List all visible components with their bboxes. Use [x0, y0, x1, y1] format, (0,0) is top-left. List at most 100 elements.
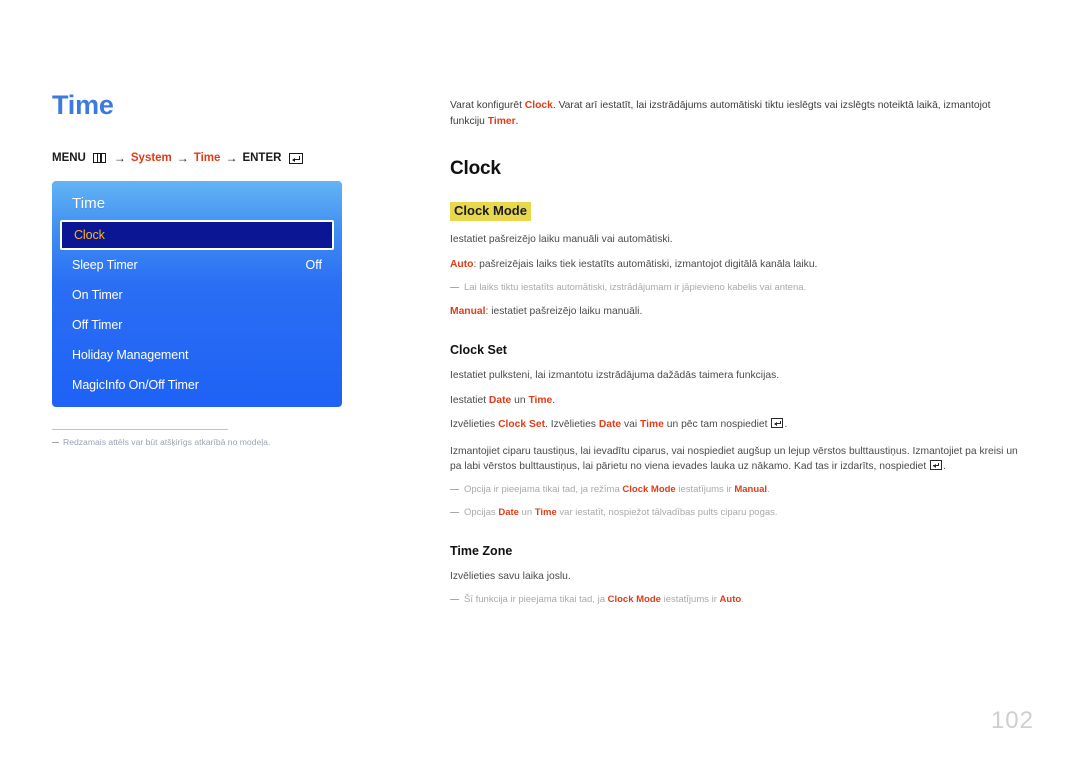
enter-key-icon — [289, 152, 304, 164]
section-heading-clock: Clock — [450, 157, 501, 179]
clock-set-line3-end: un pēc tam nospiediet — [663, 419, 771, 431]
note-dash-icon — [450, 599, 459, 607]
footnote-dash-icon — [52, 442, 59, 448]
keyword-time-3: Time — [534, 507, 557, 519]
time-zone-note: Šī funkcija ir pieejama tikai tad, ja Cl… — [450, 593, 1028, 607]
osd-item-holiday-management[interactable]: Holiday Management — [52, 340, 342, 370]
tz-note-pre: Šī funkcija ir pieejama tikai tad, ja — [464, 594, 608, 606]
note1-pre: Opcija ir pieejama tikai tad, ja režīma — [464, 484, 623, 496]
keyword-date: Date — [488, 394, 512, 406]
keyword-clock-mode: Clock Mode — [622, 484, 676, 496]
osd-item-value: Off — [305, 258, 322, 272]
keyword-auto: Auto — [450, 258, 474, 270]
intro-paragraph: Varat konfigurēt Clock. Varat arī iestat… — [450, 98, 1028, 130]
osd-item-label: Clock — [74, 228, 105, 242]
note-text: Lai laiks tiktu iestatīts automātiski, i… — [464, 282, 807, 294]
keyword-time-2: Time — [640, 419, 664, 431]
clock-mode-auto-text: : pašreizējais laiks tiek iestatīts auto… — [473, 258, 818, 270]
clock-mode-note-1: Lai laiks tiktu iestatīts automātiski, i… — [450, 281, 1028, 295]
intro-keyword-timer: Timer — [487, 115, 516, 127]
note2-end: var iestatīt, nospiežot tālvadības pults… — [556, 507, 778, 519]
menu-bars-icon — [92, 153, 106, 163]
note1-mid: iestatījums ir — [675, 484, 735, 496]
page-number: 102 — [990, 707, 1034, 734]
osd-item-sleep-timer[interactable]: Sleep Timer Off — [52, 250, 342, 280]
keyword-time: Time — [528, 394, 553, 406]
subsection-heading-time-zone: Time Zone — [450, 544, 513, 558]
left-column: Time MENU → System → Time → ENTER Time C… — [52, 92, 412, 448]
note-dash-icon — [450, 287, 459, 295]
osd-menu-list: Clock Sleep Timer Off On Timer Off Timer — [52, 220, 342, 400]
tz-note-end: . — [741, 594, 744, 606]
clock-set-line2-end: . — [552, 394, 556, 406]
clock-set-line3-mid2: vai — [621, 419, 641, 431]
osd-item-clock[interactable]: Clock — [60, 220, 334, 250]
footnote-text: Redzamais attēls var būt atšķirīgs atkar… — [63, 437, 271, 447]
keyword-manual-2: Manual — [734, 484, 768, 496]
clock-set-note-1: Opcija ir pieejama tikai tad, ja režīma … — [450, 483, 1028, 497]
breadcrumb-enter-label: ENTER — [242, 152, 282, 164]
clock-set-note-2: Opcijas Date un Time var iestatīt, nospi… — [450, 506, 1028, 520]
note2-pre: Opcijas — [464, 507, 499, 519]
breadcrumb-arrow-3: → — [225, 151, 238, 165]
note-dash-icon — [450, 489, 459, 497]
osd-item-label: MagicInfo On/Off Timer — [72, 378, 199, 392]
clock-set-line-2: Iestatiet Date un Time. — [450, 393, 1028, 408]
clock-set-long-paragraph: Izmantojiet ciparu taustiņus, lai ievadī… — [450, 444, 1028, 475]
clock-mode-description: Iestatiet pašreizējo laiku manuāli vai a… — [450, 234, 673, 246]
clock-set-line2-pre: Iestatiet — [450, 394, 489, 406]
osd-item-off-timer[interactable]: Off Timer — [52, 310, 342, 340]
osd-menu-title: Time — [72, 195, 106, 212]
clock-set-line-3: Izvēlieties Clock Set. Izvēlieties Date … — [450, 417, 1028, 432]
enter-key-icon — [771, 418, 784, 429]
note-text: Opcija ir pieejama tikai tad, ja režīma … — [464, 483, 770, 497]
clock-set-line3-mid1: . Izvēlieties — [545, 419, 599, 431]
right-column: Varat konfigurēt Clock. Varat arī iestat… — [450, 98, 1028, 607]
note1-end: . — [767, 484, 770, 496]
clock-set-line3-pre: Izvēlieties — [450, 419, 499, 431]
breadcrumb-arrow-2: → — [176, 151, 189, 165]
clock-mode-auto-line: Auto: pašreizējais laiks tiek iestatīts … — [450, 257, 1028, 272]
image-footnote: Redzamais attēls var būt atšķirīgs atkar… — [52, 437, 282, 448]
intro-pre: Varat konfigurēt — [450, 100, 525, 111]
subsection-heading-clock-set: Clock Set — [450, 343, 507, 358]
footnote-divider — [52, 429, 228, 430]
osd-menu-panel: Time Clock Sleep Timer Off On Timer Off … — [52, 181, 342, 407]
keyword-date-2: Date — [598, 419, 622, 431]
osd-item-on-timer[interactable]: On Timer — [52, 280, 342, 310]
breadcrumb: MENU → System → Time → ENTER — [52, 151, 412, 165]
keyword-clock-mode-2: Clock Mode — [607, 594, 661, 606]
note-dash-icon — [450, 512, 459, 520]
enter-key-icon — [930, 460, 943, 471]
clock-set-line2-mid: un — [511, 394, 529, 406]
keyword-date-3: Date — [498, 507, 519, 519]
clock-mode-manual-text: : iestatiet pašreizējo laiku manuāli. — [485, 305, 643, 317]
note2-mid: un — [518, 507, 535, 519]
clock-set-line3-tail: . — [784, 419, 788, 431]
note-text: Šī funkcija ir pieejama tikai tad, ja Cl… — [464, 593, 744, 607]
breadcrumb-item-time: Time — [193, 152, 221, 164]
subsection-heading-clock-mode: Clock Mode — [450, 201, 531, 222]
osd-item-label: Sleep Timer — [72, 258, 138, 272]
manual-page: Time MENU → System → Time → ENTER Time C… — [0, 0, 1080, 763]
breadcrumb-arrow-1: → — [113, 151, 126, 165]
page-title: Time — [52, 90, 114, 120]
time-zone-description: Izvēlieties savu laika joslu. — [450, 571, 571, 582]
keyword-auto-2: Auto — [719, 594, 742, 606]
intro-keyword-clock: Clock — [524, 100, 553, 111]
osd-item-label: On Timer — [72, 288, 123, 302]
keyword-clock-set: Clock Set — [498, 419, 546, 431]
clock-set-description: Iestatiet pulksteni, lai izmantotu izstr… — [450, 370, 780, 382]
breadcrumb-menu-label: MENU — [52, 152, 86, 164]
osd-item-label: Holiday Management — [72, 348, 189, 362]
image-footnote-block: Redzamais attēls var būt atšķirīgs atkar… — [52, 429, 282, 448]
tz-note-mid: iestatījums ir — [660, 594, 720, 606]
keyword-manual: Manual — [450, 305, 486, 317]
clock-set-para-tail: . — [943, 461, 946, 473]
note-text: Opcijas Date un Time var iestatīt, nospi… — [464, 506, 778, 520]
breadcrumb-item-system: System — [130, 152, 172, 164]
osd-item-magicinfo-onoff-timer[interactable]: MagicInfo On/Off Timer — [52, 370, 342, 400]
intro-end: . — [515, 115, 519, 127]
osd-item-label: Off Timer — [72, 318, 123, 332]
clock-mode-manual-line: Manual: iestatiet pašreizējo laiku manuā… — [450, 304, 1028, 319]
